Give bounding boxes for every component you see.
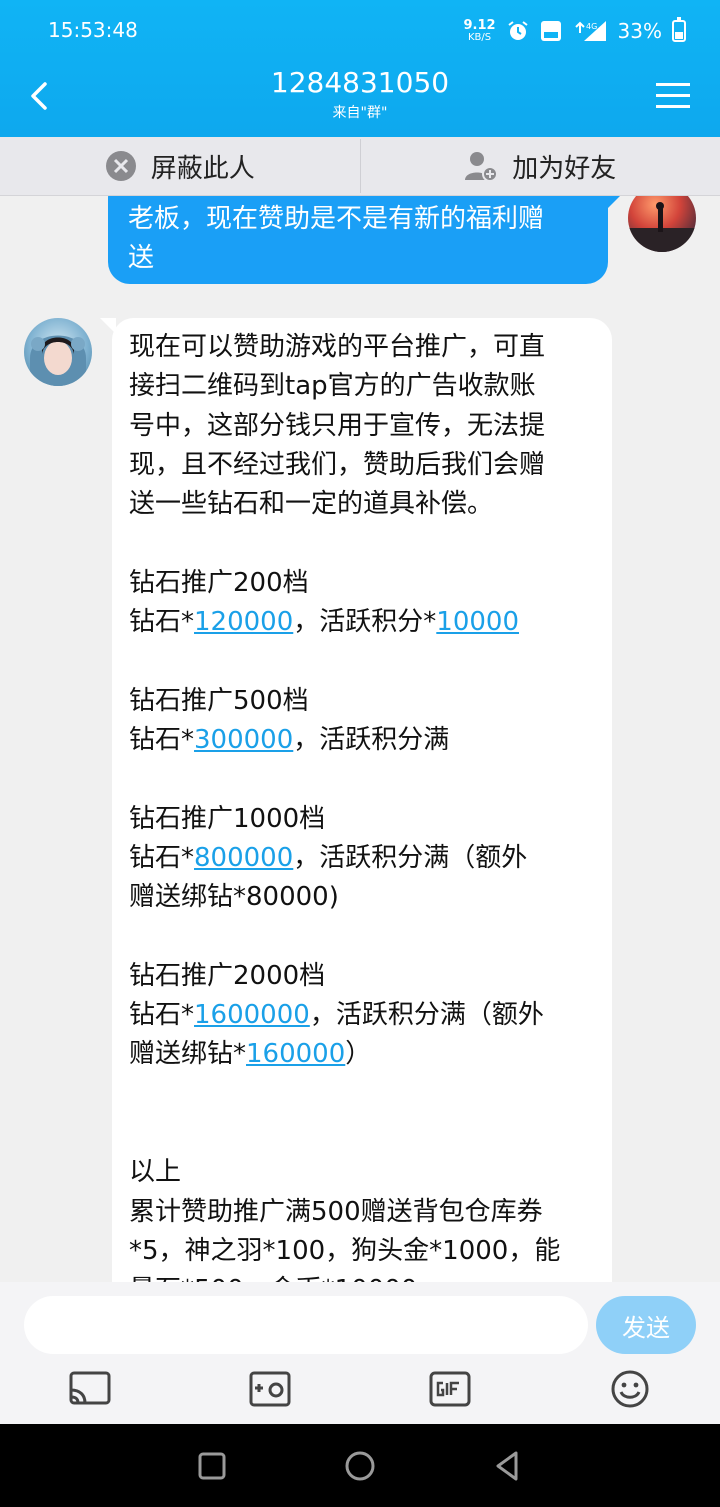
photo-icon[interactable] — [248, 1370, 292, 1408]
tier-2000-title: 钻石推广2000档 — [129, 960, 326, 991]
avatar-image — [30, 335, 86, 386]
message-line: 现在可以赞助游戏的平台推广，可直 — [129, 332, 546, 362]
alarm-icon — [507, 21, 528, 40]
my-avatar[interactable] — [628, 196, 696, 252]
network-speed: 9.12 KB/S — [463, 19, 495, 43]
sender-avatar[interactable] — [24, 318, 92, 386]
accumulated-line: *5，神之羽*100，狗头金*1000，能 — [129, 1235, 561, 1266]
menu-button[interactable] — [656, 80, 690, 110]
text-span: 钻石* — [129, 842, 195, 873]
volte-icon — [540, 21, 561, 41]
tier-1000-title: 钻石推广1000档 — [129, 803, 326, 834]
text-span: 钻石* — [129, 1000, 195, 1031]
network-speed-unit: KB/S — [467, 32, 492, 43]
chat-title: 1284831050 — [270, 66, 450, 99]
add-friend-icon — [465, 152, 499, 182]
tier-200-title: 钻石推广200档 — [129, 567, 309, 598]
number-link[interactable]: 300000 — [194, 725, 293, 755]
add-friend-button[interactable]: 加为好友 — [361, 137, 720, 195]
block-user-button[interactable]: 屏蔽此人 — [0, 137, 360, 195]
accumulated-line: 累计赞助推广满500赠送背包仓库券 — [129, 1196, 543, 1227]
battery-icon — [672, 17, 686, 42]
block-user-label: 屏蔽此人 — [150, 153, 255, 184]
number-link[interactable]: 120000 — [194, 607, 293, 637]
number-link[interactable]: 160000 — [246, 1039, 345, 1069]
send-button[interactable]: 发送 — [596, 1296, 696, 1354]
chat-subtitle: 来自"群" — [332, 105, 388, 121]
tier-500-title: 钻石推广500档 — [129, 685, 309, 716]
status-time: 15:53:48 — [48, 18, 138, 42]
tier-1000-bonus: 赠送绑钻*80000) — [129, 882, 339, 913]
screen-share-icon[interactable] — [68, 1370, 112, 1408]
above-label: 以上 — [129, 1157, 182, 1188]
status-icons: 9.12 KB/S 4G 33% — [463, 14, 686, 48]
text-span: ） — [345, 1039, 372, 1070]
emoji-icon[interactable] — [608, 1370, 652, 1408]
status-bar: 15:53:48 9.12 KB/S 4G 33% — [0, 0, 720, 62]
message-line: 接扫二维码到tap官方的广告收款账 — [129, 371, 536, 402]
back-nav-button[interactable] — [490, 1448, 526, 1484]
message-line: 现，且不经过我们，赞助后我们会赠 — [129, 449, 546, 480]
tier-2000-detail: 钻石*1600000，活跃积分满（额外 — [129, 996, 594, 1035]
incoming-message-bubble[interactable]: 现在可以赞助游戏的平台推广，可直 接扫二维码到tap官方的广告收款账 号中，这部… — [112, 318, 612, 1282]
tier-200-detail: 钻石*120000，活跃积分*10000 — [129, 603, 594, 642]
home-button[interactable] — [342, 1448, 378, 1484]
tier-2000-bonus: 赠送绑钻*160000） — [129, 1035, 594, 1074]
chat-area[interactable]: 老板，现在赞助是不是有新的福利赠 送 现在可以赞助游戏的平台推广，可直 接扫二维… — [0, 196, 720, 1282]
action-bar: 屏蔽此人 加为好友 — [0, 137, 720, 196]
text-span: 钻石* — [129, 724, 195, 755]
text-span: 赠送绑钻* — [129, 1039, 247, 1070]
input-area: 发送 — [0, 1282, 720, 1424]
signal-label: 4G — [586, 22, 597, 31]
text-span: ，活跃积分满（额外 — [309, 1000, 544, 1031]
tier-1000-detail: 钻石*800000，活跃积分满（额外 — [129, 839, 594, 878]
system-nav-bar — [0, 1424, 720, 1507]
accumulated-line: 量石*500，金币*10000 — [129, 1271, 594, 1282]
message-line: 送 — [128, 243, 155, 274]
battery-percent: 33% — [617, 19, 662, 43]
message-input[interactable] — [24, 1296, 588, 1354]
message-line: 号中，这部分钱只用于宣传，无法提 — [129, 410, 546, 441]
add-friend-label: 加为好友 — [512, 153, 617, 184]
number-link[interactable]: 800000 — [194, 843, 293, 873]
number-link[interactable]: 10000 — [436, 607, 519, 637]
number-link[interactable]: 1600000 — [194, 1000, 310, 1030]
recent-apps-button[interactable] — [194, 1448, 230, 1484]
gif-icon[interactable] — [428, 1370, 472, 1408]
avatar-image — [628, 202, 696, 252]
text-span: ，活跃积分* — [293, 607, 437, 638]
text-span: ，活跃积分满（额外 — [293, 842, 528, 873]
block-icon — [105, 151, 136, 181]
message-line: 老板，现在赞助是不是有新的福利赠 — [128, 204, 545, 234]
message-line: 送一些钻石和一定的道具补偿。 — [129, 489, 494, 520]
network-speed-value: 9.12 — [463, 18, 496, 33]
signal-icon: 4G — [574, 21, 606, 41]
text-span: ，活跃积分满 — [293, 724, 450, 755]
tier-500-detail: 钻石*300000，活跃积分满 — [129, 721, 594, 760]
header: 15:53:48 9.12 KB/S 4G 33% 1284831050 来自"… — [0, 0, 720, 137]
text-span: 钻石* — [129, 607, 195, 638]
bubble-tail — [604, 196, 620, 212]
outgoing-message-bubble[interactable]: 老板，现在赞助是不是有新的福利赠 送 — [108, 196, 608, 284]
